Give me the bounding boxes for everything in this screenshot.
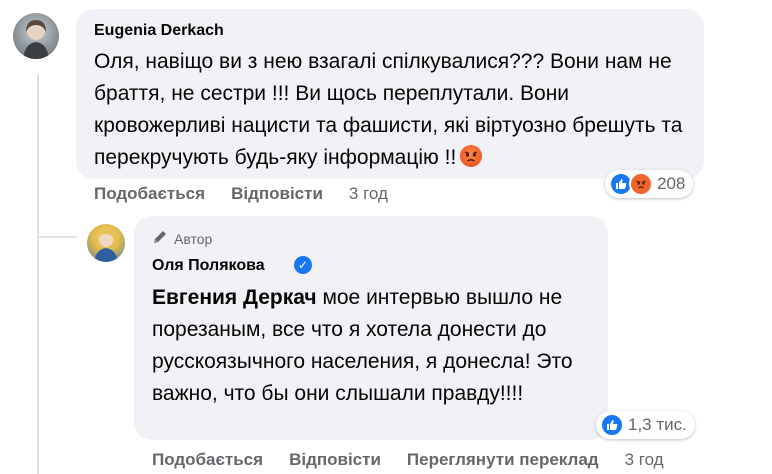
comment-body: Оля, навіщо ви з нею взагалі спілкувалис… [94, 50, 683, 169]
reaction-count: 1,3 тис. [628, 415, 687, 434]
reply-thread-connector [37, 236, 77, 238]
author-badge: Автор [152, 229, 212, 248]
avatar[interactable] [13, 13, 59, 59]
like-icon [600, 413, 624, 437]
reply-text: Евгения Деркач мое интервью вышло не пор… [152, 282, 592, 410]
reply-button[interactable]: Відповісти [289, 450, 381, 470]
reply-thread-line [37, 74, 39, 474]
reply-timestamp[interactable]: 3 год [625, 450, 664, 470]
reply-actions: Подобається Відповісти Переглянути перек… [152, 450, 664, 470]
angry-emoji-icon [460, 145, 483, 167]
reply-author-name[interactable]: Оля Полякова [152, 257, 265, 275]
verified-badge-icon: ✓ [294, 256, 312, 274]
like-button[interactable]: Подобається [94, 184, 205, 204]
reaction-summary[interactable]: 208 [605, 170, 694, 198]
reaction-summary[interactable]: 1,3 тис. [596, 411, 695, 439]
comment-author-name[interactable]: Eugenia Derkach [94, 22, 224, 40]
reaction-count: 208 [657, 174, 686, 193]
comment-text: Оля, навіщо ви з нею взагалі спілкувалис… [94, 46, 694, 174]
comment-timestamp[interactable]: 3 год [349, 184, 388, 204]
comment-actions: Подобається Відповісти 3 год [94, 184, 388, 204]
avatar[interactable] [87, 224, 125, 262]
pen-icon [152, 229, 168, 248]
like-button[interactable]: Подобається [152, 450, 263, 470]
reply-button[interactable]: Відповісти [231, 184, 323, 204]
mention-link[interactable]: Евгения Деркач [152, 286, 317, 309]
author-badge-label: Автор [174, 230, 213, 247]
see-translation-button[interactable]: Переглянути переклад [407, 450, 599, 470]
angry-icon [629, 172, 653, 196]
